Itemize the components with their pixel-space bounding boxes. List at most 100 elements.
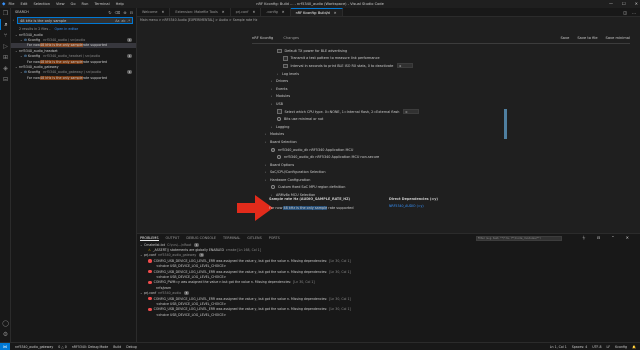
kconfig-row[interactable]: nrf5340_audio_dk nRF5340 Application MCU xyxy=(265,146,630,154)
menu-item-terminal[interactable]: Terminal xyxy=(94,2,109,6)
nrf-connect-icon[interactable]: ◈ xyxy=(0,63,11,74)
kconfig-row[interactable]: › Drivers xyxy=(265,77,630,85)
kconfig-value-input[interactable]: 0 xyxy=(403,109,420,115)
kconfig-row[interactable]: › Log levels xyxy=(265,70,630,78)
save-button[interactable]: Save xyxy=(561,36,570,40)
maximize-icon[interactable]: ☐ xyxy=(622,1,626,6)
extensions-icon[interactable]: ⊞ xyxy=(0,52,11,63)
menu-item-selection[interactable]: Selection xyxy=(33,2,50,6)
tab-welcome[interactable]: Welcome ✕ xyxy=(137,8,171,16)
kconfig-row[interactable]: › SoC/CPU/Configuration Selection xyxy=(265,169,630,177)
menu-item-run[interactable]: Run xyxy=(82,2,89,6)
status-left-item[interactable]: 0 △ 0 xyxy=(58,345,67,349)
tab--config[interactable]: .config ✕ xyxy=(261,8,291,16)
save-to-file-button[interactable]: Save to file xyxy=(577,36,597,40)
panel-tab-terminal[interactable]: TERMINAL xyxy=(223,236,240,241)
panel-tab-ports[interactable]: PORTS xyxy=(269,236,280,241)
minimize-icon[interactable]: — xyxy=(609,1,613,6)
status-right-item[interactable]: Spaces: 4 xyxy=(572,345,588,349)
status-left-item[interactable]: Build xyxy=(113,345,121,349)
search-icon[interactable]: ⌕ xyxy=(0,19,11,30)
close-tab-icon[interactable]: ✕ xyxy=(334,11,337,15)
kconfig-row[interactable]: Default TX power for BLE advertising xyxy=(265,47,630,55)
close-icon[interactable]: ✕ xyxy=(635,1,638,6)
problem-item[interactable]: <choice USB_DEVICE_LOG_LEVEL_CHOICE> xyxy=(140,312,640,317)
status-right-item[interactable]: UTF-8 xyxy=(592,345,601,349)
kconfig-title[interactable]: nRF Kconfig xyxy=(252,36,273,40)
panel-tab-problems[interactable]: PROBLEMS xyxy=(140,236,159,241)
status-left-item[interactable]: nRF5340: Debug Mode xyxy=(72,345,108,349)
radio-button[interactable] xyxy=(277,155,281,160)
kconfig-row[interactable]: › Modules xyxy=(265,131,630,139)
new-search-editor-icon[interactable]: ⊕ xyxy=(123,10,126,15)
remote-indicator-icon[interactable]: ⋈ xyxy=(0,342,10,350)
menu-item-go[interactable]: Go xyxy=(71,2,76,6)
problems-filter-input[interactable]: Filter (e.g. text, **/*.ts, !**/node_mod… xyxy=(475,235,562,241)
collapse-all-icon[interactable]: ⊟ xyxy=(130,10,133,15)
more-actions-icon[interactable]: … xyxy=(632,10,636,15)
dependency-link[interactable]: NRF5340_AUDIO (=y) xyxy=(389,204,424,208)
clear-results-icon[interactable]: ⌫ xyxy=(115,10,121,15)
kconfig-row[interactable]: › Events xyxy=(265,85,630,93)
checkbox[interactable] xyxy=(277,109,282,114)
explorer-icon[interactable]: ❐ xyxy=(0,8,11,19)
regex-icon[interactable]: .* xyxy=(127,19,130,23)
close-tab-icon[interactable]: ✕ xyxy=(282,10,285,14)
status-right-item[interactable]: LF xyxy=(607,345,611,349)
filter-icon[interactable]: ⏚ xyxy=(582,235,586,241)
checkbox[interactable] xyxy=(277,48,282,54)
source-control-icon[interactable]: ⑂ xyxy=(0,30,11,41)
save-minimal-button[interactable]: Save minimal xyxy=(606,36,630,40)
kconfig-row[interactable]: Custom fixed SoC MPU region definition xyxy=(265,184,630,192)
status-left-item[interactable]: nrf5340_audio_gateway xyxy=(15,345,53,349)
kconfig-row[interactable]: › Board Selection xyxy=(265,138,630,146)
remote-explorer-icon[interactable]: ⊟ xyxy=(0,74,11,85)
whole-word-icon[interactable]: ab xyxy=(121,19,125,23)
kconfig-row[interactable]: Interval in seconds to print BLE ISO RX … xyxy=(265,62,630,70)
checkbox[interactable] xyxy=(283,63,288,69)
notifications-bell-icon[interactable]: 🔔 xyxy=(632,345,636,349)
account-icon[interactable]: ◯ xyxy=(0,318,11,329)
panel-tab-output[interactable]: OUTPUT xyxy=(166,236,180,241)
kconfig-row[interactable]: › Logging xyxy=(265,123,630,131)
kconfig-row[interactable]: Bits use minimal or not xyxy=(265,115,630,123)
status-right-item[interactable]: Ln 1, Col 1 xyxy=(550,345,567,349)
settings-gear-icon[interactable]: ⚙ xyxy=(0,329,11,340)
kconfig-value-input[interactable]: 0 xyxy=(397,63,414,69)
maximize-panel-icon[interactable]: ⌃ xyxy=(611,235,614,241)
editor-scrollbar[interactable] xyxy=(504,109,507,139)
refresh-icon[interactable]: ↻ xyxy=(108,10,111,15)
status-right-item[interactable]: Kconfig xyxy=(615,345,627,349)
kconfig-row[interactable]: › Hardware Configuration xyxy=(265,176,630,184)
close-tab-icon[interactable]: ✕ xyxy=(222,10,225,14)
open-in-editor-link[interactable]: Open in editor xyxy=(55,27,79,31)
kconfig-row[interactable]: nrf5340_audio_dk nRF5340 Application MCU… xyxy=(265,153,630,161)
search-input[interactable] xyxy=(20,18,110,23)
changes-tab[interactable]: Changes xyxy=(283,36,299,40)
menu-item-view[interactable]: View xyxy=(56,2,65,6)
kconfig-row[interactable]: › Modules xyxy=(265,93,630,101)
close-panel-icon[interactable]: ✕ xyxy=(626,235,629,241)
menu-item-file[interactable]: File xyxy=(8,2,14,6)
tab-prj-conf[interactable]: prj.conf ✕ xyxy=(231,8,262,16)
collapse-all-panel-icon[interactable]: ⊟ xyxy=(597,235,600,241)
radio-button[interactable] xyxy=(271,185,275,190)
kconfig-row[interactable]: › Board Options xyxy=(265,161,630,169)
tab-extension-makefile-tools[interactable]: Extension: Makefile Tools ✕ xyxy=(170,8,231,16)
menu-item-edit[interactable]: Edit xyxy=(20,2,27,6)
panel-tab-gitlens[interactable]: GITLENS xyxy=(247,236,261,241)
tab-nrf-kconfig-build-d[interactable]: nRF Kconfig: Build/d ✕ xyxy=(290,8,343,16)
kconfig-row[interactable]: › USB xyxy=(265,100,630,108)
kconfig-row[interactable]: Transmit a test pattern to measure link … xyxy=(265,55,630,63)
checkbox[interactable] xyxy=(283,56,288,61)
status-left-item[interactable]: Debug xyxy=(126,345,136,349)
kconfig-row[interactable]: Select which CPU type. 0=NONE, 1=Interna… xyxy=(265,108,630,116)
split-editor-icon[interactable]: ◫ xyxy=(623,10,627,15)
radio-button[interactable] xyxy=(277,117,281,122)
run-debug-icon[interactable]: ▷ xyxy=(0,41,11,52)
match-case-icon[interactable]: Aa xyxy=(115,19,119,23)
search-match-line[interactable]: For now 48 kHz is the only sample rate s… xyxy=(11,75,136,80)
menu-item-help[interactable]: Help xyxy=(116,2,124,6)
close-tab-icon[interactable]: ✕ xyxy=(162,10,165,14)
radio-button[interactable] xyxy=(271,147,275,152)
